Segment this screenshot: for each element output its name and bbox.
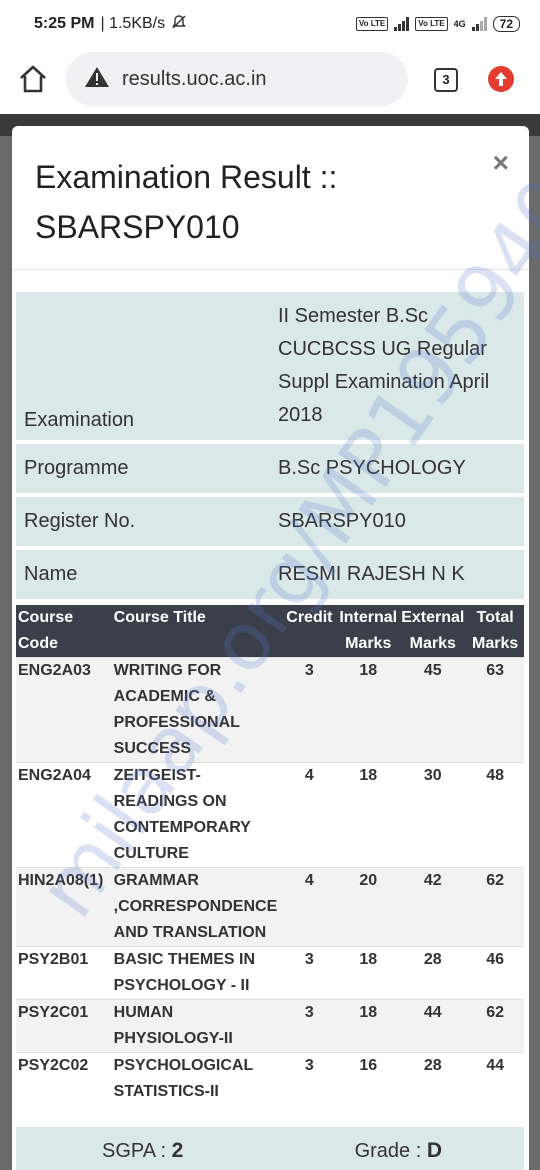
register-value: SBARSPY010	[278, 510, 406, 532]
external-marks: 44	[399, 999, 467, 1053]
battery-indicator: 72	[492, 16, 520, 32]
table-row: ENG2A03 WRITING FOR ACADEMIC & PROFESSIO…	[16, 657, 524, 763]
register-row: Register No. SBARSPY010	[16, 497, 524, 546]
header-external: External Marks	[399, 605, 467, 658]
external-marks: 28	[399, 1052, 467, 1105]
total-marks: 44	[466, 1052, 524, 1105]
total-marks: 62	[466, 867, 524, 947]
external-marks: 42	[399, 867, 467, 947]
credit: 3	[281, 999, 338, 1053]
status-bar: 5:25 PM | 1.5KB/s Vo LTE Vo LTE 4G 72	[0, 0, 540, 48]
internal-marks: 16	[337, 1052, 400, 1105]
course-title: BASIC THEMES IN PSYCHOLOGY - II	[111, 946, 282, 1000]
modal-title: Examination Result :: SBARSPY010	[35, 159, 338, 245]
internal-marks: 18	[337, 946, 400, 1000]
table-row: PSY2B01 BASIC THEMES IN PSYCHOLOGY - II …	[16, 946, 524, 1000]
course-code: PSY2C02	[16, 1052, 112, 1105]
volte-icon-2: Vo LTE	[415, 17, 448, 31]
credit: 3	[281, 657, 338, 763]
programme-row: Programme B.Sc PSYCHOLOGY	[16, 444, 524, 493]
close-button[interactable]: ×	[493, 149, 509, 177]
sgpa-value: 2	[171, 1139, 184, 1162]
header-course-code: Course Code	[16, 605, 112, 658]
header-total: Total Marks	[466, 605, 524, 658]
network-type: 4G	[453, 19, 466, 29]
programme-label: Programme	[24, 457, 129, 479]
credit: 3	[281, 1052, 338, 1105]
mute-bell-icon	[171, 14, 187, 35]
modal-header: Examination Result :: SBARSPY010 ×	[12, 126, 529, 270]
internal-marks: 18	[337, 657, 400, 763]
browser-toolbar: results.uoc.ac.in 3	[0, 48, 540, 114]
home-icon[interactable]	[16, 62, 50, 96]
course-code: ENG2A04	[16, 762, 112, 868]
course-code: PSY2B01	[16, 946, 112, 1000]
total-marks: 48	[466, 762, 524, 868]
internal-marks: 18	[337, 762, 400, 868]
header-internal: Internal Marks	[337, 605, 400, 658]
credit: 3	[281, 946, 338, 1000]
warning-icon	[84, 65, 110, 94]
internal-marks: 20	[337, 867, 400, 947]
header-course-title: Course Title	[111, 605, 282, 658]
external-marks: 45	[399, 657, 467, 763]
url-text: results.uoc.ac.in	[122, 67, 267, 90]
name-value: RESMI RAJESH N K	[278, 563, 465, 585]
examination-row: Examination II Semester B.Sc CUCBCSS UG …	[16, 292, 524, 440]
course-code: PSY2C01	[16, 999, 112, 1053]
course-title: PSYCHOLOGICAL STATISTICS-II	[111, 1052, 282, 1105]
grade-label: Grade :	[354, 1140, 427, 1162]
register-label: Register No.	[24, 510, 136, 532]
course-code: ENG2A03	[16, 657, 112, 763]
marks-table: Course Code Course Title Credit Internal…	[16, 605, 524, 1105]
signal-icon-2	[471, 17, 487, 31]
course-title: GRAMMAR ,CORRESPONDENCE AND TRANSLATION	[111, 867, 282, 947]
external-marks: 30	[399, 762, 467, 868]
status-time: 5:25 PM	[34, 15, 95, 32]
signal-icon	[394, 17, 410, 31]
total-marks: 46	[466, 946, 524, 1000]
grade: Grade : D	[355, 1139, 442, 1163]
internal-marks: 18	[337, 999, 400, 1053]
marks-header-row: Course Code Course Title Credit Internal…	[16, 605, 524, 658]
programme-value: B.Sc PSYCHOLOGY	[278, 457, 466, 479]
result-summary: SGPA : 2 Grade : D	[16, 1127, 524, 1170]
examination-label: Examination	[24, 409, 135, 431]
name-label: Name	[24, 563, 78, 585]
examination-value: II Semester B.Sc CUCBCSS UG Regular Supp…	[278, 305, 490, 426]
result-modal: Examination Result :: SBARSPY010 × Exami…	[12, 126, 529, 1170]
grade-value: D	[426, 1139, 442, 1162]
course-title: HUMAN PHYSIOLOGY-II	[111, 999, 282, 1053]
table-row: PSY2C02 PSYCHOLOGICAL STATISTICS-II 3 16…	[16, 1052, 524, 1105]
course-title: WRITING FOR ACADEMIC & PROFESSIONAL SUCC…	[111, 657, 282, 763]
sgpa-label: SGPA :	[102, 1140, 172, 1162]
name-row: Name RESMI RAJESH N K	[16, 550, 524, 599]
total-marks: 63	[466, 657, 524, 763]
sgpa: SGPA : 2	[102, 1139, 183, 1163]
student-info: Examination II Semester B.Sc CUCBCSS UG …	[16, 292, 524, 603]
credit: 4	[281, 762, 338, 868]
background-page-right	[528, 136, 540, 1170]
course-title: ZEITGEIST- READINGS ON CONTEMPORARY CULT…	[111, 762, 282, 868]
table-row: ENG2A04 ZEITGEIST- READINGS ON CONTEMPOR…	[16, 762, 524, 868]
status-speed: | 1.5KB/s	[100, 15, 166, 32]
table-row: HIN2A08(1) GRAMMAR ,CORRESPONDENCE AND T…	[16, 867, 524, 947]
header-credit: Credit	[281, 605, 338, 658]
course-code: HIN2A08(1)	[16, 867, 112, 947]
update-icon[interactable]	[488, 66, 514, 92]
external-marks: 28	[399, 946, 467, 1000]
total-marks: 62	[466, 999, 524, 1053]
background-page-left	[0, 136, 12, 1170]
table-row: PSY2C01 HUMAN PHYSIOLOGY-II 3 18 44 62	[16, 999, 524, 1053]
address-bar[interactable]: results.uoc.ac.in	[66, 52, 408, 106]
volte-icon: Vo LTE	[355, 17, 389, 31]
credit: 4	[281, 867, 338, 947]
tab-switcher-button[interactable]: 3	[434, 68, 458, 92]
